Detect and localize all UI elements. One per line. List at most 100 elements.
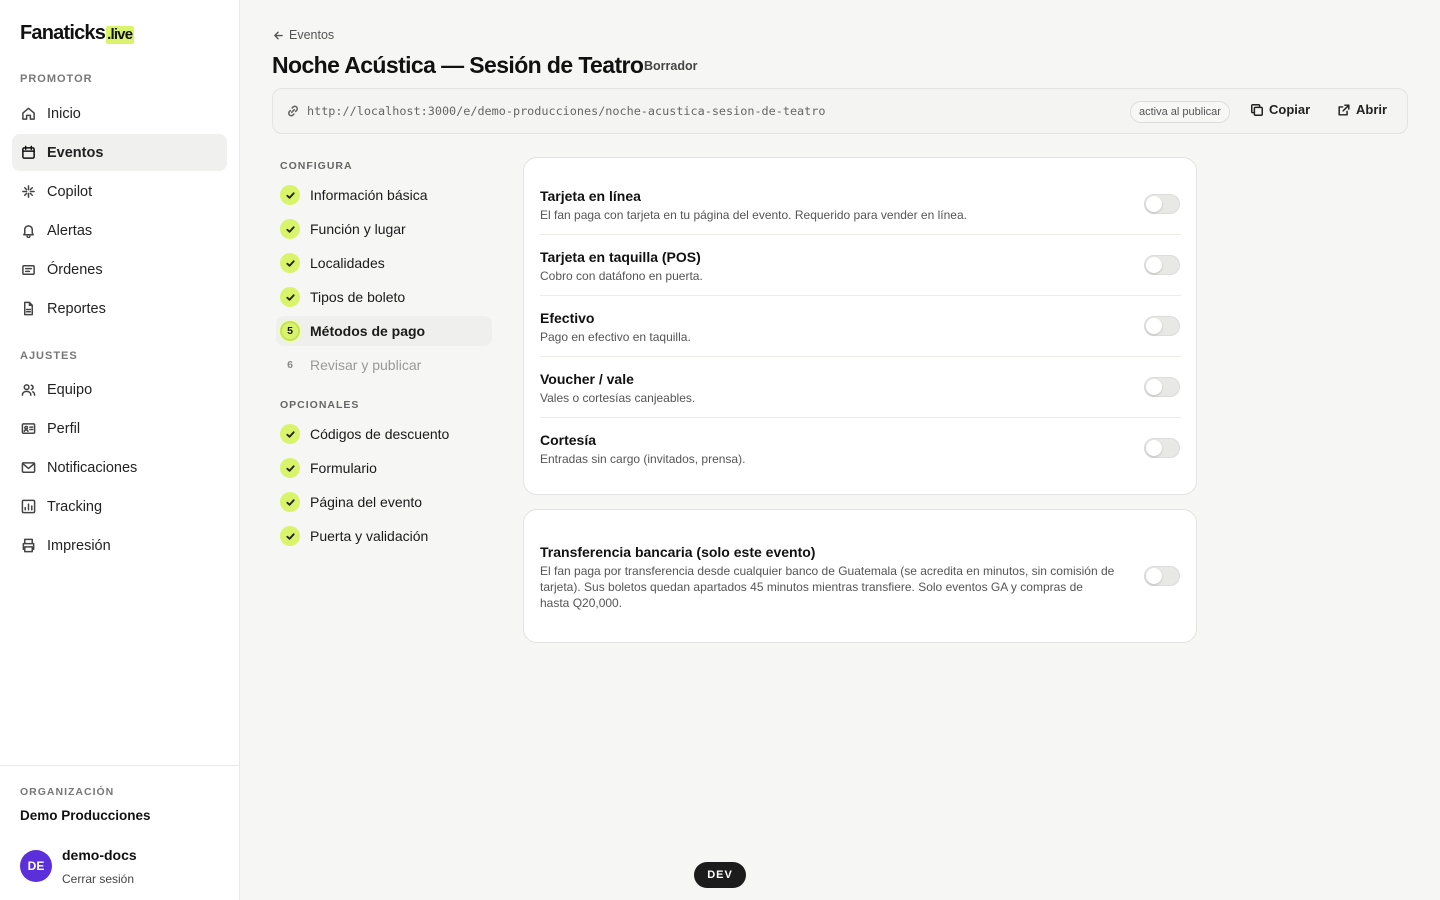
toggle-cortesia[interactable] (1144, 438, 1180, 458)
payment-method-tarjeta-taquilla: Tarjeta en taquilla (POS) Cobro con datá… (540, 249, 1181, 284)
check-icon (280, 185, 300, 205)
step-label: Página del evento (310, 494, 423, 510)
step-funcion-y-lugar[interactable]: Función y lugar (276, 214, 492, 244)
env-badge[interactable]: DEV (694, 862, 746, 888)
check-icon (280, 424, 300, 444)
section-label-ajustes: AJUSTES (20, 350, 78, 362)
status-badge: Borrador (644, 59, 698, 73)
step-number: 5 (280, 321, 300, 341)
payment-method-title: Efectivo (540, 310, 595, 326)
payment-method-desc: Cobro con datáfono en puerta. (540, 269, 703, 283)
bell-icon (23, 225, 34, 238)
sparkle-icon (22, 185, 35, 198)
back-link-label: Eventos (289, 28, 335, 42)
step-puerta-y-validacion[interactable]: Puerta y validación (276, 521, 492, 551)
sidebar-item-perfil[interactable]: Perfil (12, 410, 227, 447)
divider (540, 295, 1181, 296)
bank-transfer-card: Transferencia bancaria (solo este evento… (523, 509, 1197, 643)
copy-icon (1251, 103, 1263, 116)
payment-method-title: Tarjeta en línea (540, 188, 641, 204)
brand-logo[interactable]: Fanaticks .live (20, 22, 135, 45)
step-revisar-y-publicar[interactable]: 6 Revisar y publicar (276, 350, 492, 380)
sidebar-footer: ORGANIZACIÓN Demo Producciones DE demo-d… (0, 765, 239, 900)
sidebar-item-label: Inicio (47, 105, 81, 122)
nav-promotor: Inicio Eventos Copilot Alertas Órdenes R… (12, 95, 227, 329)
divider (540, 356, 1181, 357)
payment-method-desc: Entradas sin cargo (invitados, prensa). (540, 452, 746, 466)
step-formulario[interactable]: Formulario (276, 453, 492, 483)
sidebar-item-impresion[interactable]: Impresión (12, 527, 227, 564)
toggle-voucher[interactable] (1144, 377, 1180, 397)
avatar[interactable]: DE (20, 850, 52, 882)
step-localidades[interactable]: Localidades (276, 248, 492, 278)
org-name[interactable]: Demo Producciones (20, 808, 151, 823)
home-icon (22, 107, 35, 120)
sidebar-item-copilot[interactable]: Copilot (12, 173, 227, 210)
ticket-icon (22, 265, 35, 275)
step-label: Formulario (310, 460, 377, 476)
sidebar-item-label: Equipo (47, 381, 93, 398)
sidebar-item-inicio[interactable]: Inicio (12, 95, 227, 132)
payment-method-efectivo: Efectivo Pago en efectivo en taquilla. (540, 310, 1181, 345)
toggle-transferencia[interactable] (1144, 566, 1180, 586)
step-label: Puerta y validación (310, 528, 429, 544)
steps-section-opcionales: OPCIONALES (280, 399, 360, 411)
divider (540, 234, 1181, 235)
step-metodos-de-pago[interactable]: 5 Métodos de pago (276, 316, 492, 346)
sidebar: Fanaticks .live PROMOTOR Inicio Eventos C… (0, 0, 240, 900)
sidebar-item-tracking[interactable]: Tracking (12, 488, 227, 525)
steps-section-configura: CONFIGURA (280, 160, 353, 172)
step-label: Códigos de descuento (310, 426, 450, 442)
chart-icon (21, 499, 36, 514)
sidebar-item-reportes[interactable]: Reportes (12, 290, 227, 327)
payment-methods-card: Tarjeta en línea El fan paga con tarjeta… (523, 157, 1197, 495)
sidebar-item-eventos[interactable]: Eventos (12, 134, 227, 171)
toggle-efectivo[interactable] (1144, 316, 1180, 336)
copy-button-label: Copiar (1269, 102, 1311, 117)
step-label: Revisar y publicar (310, 357, 422, 373)
sidebar-item-notificaciones[interactable]: Notificaciones (12, 449, 227, 486)
step-codigos-de-descuento[interactable]: Códigos de descuento (276, 419, 492, 449)
sidebar-item-label: Alertas (47, 222, 93, 239)
sidebar-item-ordenes[interactable]: Órdenes (12, 251, 227, 288)
event-url[interactable]: http://localhost:3000/e/demo-produccione… (307, 104, 825, 118)
logout-link[interactable]: Cerrar sesión (62, 872, 134, 886)
toggle-tarjeta-en-linea[interactable] (1144, 194, 1180, 214)
payment-method-desc: El fan paga con tarjeta en tu página del… (540, 208, 967, 222)
open-button[interactable]: Abrir (1337, 102, 1387, 117)
sidebar-item-label: Copilot (47, 183, 93, 200)
payment-method-tarjeta-en-linea: Tarjeta en línea El fan paga con tarjeta… (540, 188, 1181, 223)
check-icon (280, 526, 300, 546)
sidebar-item-label: Notificaciones (47, 459, 138, 476)
payment-method-transferencia: Transferencia bancaria (solo este evento… (540, 544, 1115, 611)
check-icon (280, 287, 300, 307)
sidebar-item-label: Tracking (47, 498, 103, 515)
file-icon (24, 301, 33, 316)
payment-method-cortesia: Cortesía Entradas sin cargo (invitados, … (540, 432, 1181, 467)
mail-icon (21, 462, 36, 473)
step-label: Tipos de boleto (310, 289, 406, 305)
step-informacion-basica[interactable]: Información básica (276, 180, 492, 210)
url-status-badge: activa al publicar (1130, 101, 1230, 123)
check-icon (280, 253, 300, 273)
event-url-bar: http://localhost:3000/e/demo-produccione… (272, 88, 1408, 134)
printer-icon (22, 538, 35, 553)
org-label: ORGANIZACIÓN (20, 786, 115, 798)
open-button-label: Abrir (1356, 102, 1388, 117)
link-icon (288, 105, 298, 117)
id-card-icon (21, 423, 36, 434)
back-link[interactable]: Eventos (273, 28, 334, 42)
sidebar-item-label: Reportes (47, 300, 106, 317)
sidebar-item-equipo[interactable]: Equipo (12, 371, 227, 408)
toggle-tarjeta-taquilla[interactable] (1144, 255, 1180, 275)
step-tipos-de-boleto[interactable]: Tipos de boleto (276, 282, 492, 312)
check-icon (280, 458, 300, 478)
sidebar-item-alertas[interactable]: Alertas (12, 212, 227, 249)
calendar-icon (22, 145, 35, 159)
payment-method-title: Tarjeta en taquilla (POS) (540, 249, 701, 265)
payment-method-title: Cortesía (540, 432, 597, 448)
copy-button[interactable]: Copiar (1250, 102, 1310, 117)
step-pagina-del-evento[interactable]: Página del evento (276, 487, 492, 517)
step-label: Localidades (310, 255, 385, 271)
section-label-promotor: PROMOTOR (20, 73, 93, 85)
